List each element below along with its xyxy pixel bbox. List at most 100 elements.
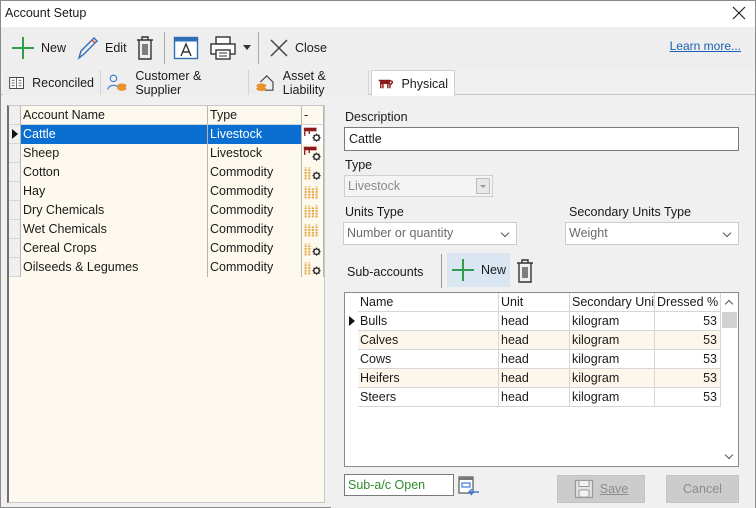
font-button[interactable] (173, 33, 199, 63)
account-icon-cell[interactable] (302, 163, 324, 182)
delete-button[interactable] (135, 33, 155, 63)
column-header-dressed-pct[interactable]: Dressed % (655, 293, 721, 312)
account-type-cell[interactable]: Commodity (208, 163, 302, 182)
description-input[interactable]: Cattle (344, 127, 739, 151)
account-row[interactable]: Cattle Livestock (9, 125, 325, 144)
account-row[interactable]: Cereal Crops Commodity (9, 239, 325, 258)
account-name-cell[interactable]: Hay (21, 182, 208, 201)
account-row[interactable]: Cotton Commodity (9, 163, 325, 182)
account-name-cell[interactable]: Sheep (21, 144, 208, 163)
sub-account-row[interactable]: Heifers head kilogram 53 (345, 369, 721, 388)
account-name-cell[interactable]: Dry Chemicals (21, 201, 208, 220)
sub-unit-cell[interactable]: head (499, 312, 570, 331)
learn-more-link[interactable]: Learn more... (670, 39, 741, 53)
sub-dressed-pct-cell[interactable]: 53 (655, 350, 721, 369)
sub-accounts-vertical-scrollbar[interactable] (721, 293, 738, 466)
sub-unit-cell[interactable]: head (499, 331, 570, 350)
row-header[interactable] (9, 182, 21, 201)
account-name-cell[interactable]: Cattle (21, 125, 208, 144)
row-header[interactable] (345, 350, 358, 369)
row-header[interactable] (345, 331, 358, 350)
row-header[interactable] (9, 258, 21, 277)
sub-dressed-pct-cell[interactable]: 53 (655, 331, 721, 350)
account-icon-cell[interactable] (302, 182, 324, 201)
import-sub-accounts-button[interactable] (457, 474, 481, 501)
account-type-cell[interactable]: Commodity (208, 201, 302, 220)
account-type-cell[interactable]: Commodity (208, 182, 302, 201)
sub-secondary-unit-cell[interactable]: kilogram (570, 369, 655, 388)
type-dropdown-button[interactable] (476, 178, 490, 194)
cancel-button[interactable]: Cancel (666, 475, 739, 503)
sub-account-row[interactable]: Bulls head kilogram 53 (345, 312, 721, 331)
sub-unit-cell[interactable]: head (499, 388, 570, 407)
sub-dressed-pct-cell[interactable]: 53 (655, 388, 721, 407)
scroll-up-icon[interactable] (724, 299, 734, 309)
sub-account-row[interactable]: Calves head kilogram 53 (345, 331, 721, 350)
sub-name-cell[interactable]: Steers (358, 388, 499, 407)
row-header[interactable] (345, 369, 358, 388)
account-icon-cell[interactable] (302, 125, 324, 144)
row-header[interactable] (9, 144, 21, 163)
row-header[interactable] (9, 125, 21, 144)
account-icon-cell[interactable] (302, 201, 324, 220)
scroll-down-icon[interactable] (724, 450, 734, 460)
account-row[interactable]: Oilseeds & Legumes Commodity (9, 258, 325, 277)
sub-name-cell[interactable]: Calves (358, 331, 499, 350)
account-type-cell[interactable]: Livestock (208, 125, 302, 144)
sub-dressed-pct-cell[interactable]: 53 (655, 312, 721, 331)
column-header-account-name[interactable]: Account Name (21, 106, 208, 125)
sub-account-delete-button[interactable] (515, 258, 535, 287)
tab-customer-supplier[interactable]: Customer & Supplier (101, 69, 249, 97)
sub-secondary-unit-cell[interactable]: kilogram (570, 312, 655, 331)
account-type-cell[interactable]: Commodity (208, 258, 302, 277)
print-dropdown-icon[interactable] (243, 45, 251, 51)
sub-dressed-pct-cell[interactable]: 53 (655, 369, 721, 388)
account-name-cell[interactable]: Cereal Crops (21, 239, 208, 258)
sub-account-new-button[interactable]: New (447, 253, 510, 287)
type-select[interactable]: Livestock (344, 175, 493, 197)
sub-secondary-unit-cell[interactable]: kilogram (570, 388, 655, 407)
account-icon-cell[interactable] (302, 220, 324, 239)
window-close-icon[interactable] (731, 5, 747, 21)
column-header-icon[interactable]: - (302, 106, 324, 125)
row-header[interactable] (9, 163, 21, 182)
new-button[interactable]: New (11, 33, 66, 63)
tab-reconciled[interactable]: Reconciled (3, 70, 101, 95)
account-icon-cell[interactable] (302, 239, 324, 258)
sub-name-cell[interactable]: Heifers (358, 369, 499, 388)
account-name-cell[interactable]: Wet Chemicals (21, 220, 208, 239)
column-header-secondary-unit[interactable]: Secondary Unit (570, 293, 655, 312)
account-name-cell[interactable]: Oilseeds & Legumes (21, 258, 208, 277)
save-button[interactable]: Save (557, 475, 645, 503)
column-header-type[interactable]: Type (208, 106, 302, 125)
account-type-cell[interactable]: Commodity (208, 239, 302, 258)
sub-name-cell[interactable]: Bulls (358, 312, 499, 331)
account-row[interactable]: Sheep Livestock (9, 144, 325, 163)
account-name-cell[interactable]: Cotton (21, 163, 208, 182)
tab-physical[interactable]: Physical (371, 70, 455, 96)
account-row[interactable]: Wet Chemicals Commodity (9, 220, 325, 239)
column-header-name[interactable]: Name (358, 293, 499, 312)
scroll-thumb[interactable] (722, 312, 737, 328)
sub-secondary-unit-cell[interactable]: kilogram (570, 331, 655, 350)
print-button[interactable] (209, 33, 251, 63)
account-icon-cell[interactable] (302, 258, 324, 277)
sub-unit-cell[interactable]: head (499, 350, 570, 369)
account-row[interactable]: Dry Chemicals Commodity (9, 201, 325, 220)
sub-account-row[interactable]: Cows head kilogram 53 (345, 350, 721, 369)
sub-unit-cell[interactable]: head (499, 369, 570, 388)
account-row[interactable]: Hay Commodity (9, 182, 325, 201)
row-header[interactable] (345, 312, 358, 331)
row-header[interactable] (9, 239, 21, 258)
units-type-select[interactable]: Number or quantity (343, 222, 517, 245)
sub-secondary-unit-cell[interactable]: kilogram (570, 350, 655, 369)
sub-account-row[interactable]: Steers head kilogram 53 (345, 388, 721, 407)
close-button[interactable]: Close (269, 33, 327, 63)
column-header-unit[interactable]: Unit (499, 293, 570, 312)
account-type-cell[interactable]: Commodity (208, 220, 302, 239)
row-header[interactable] (345, 388, 358, 407)
row-header[interactable] (9, 201, 21, 220)
tab-asset-liability[interactable]: Asset & Liability (249, 69, 369, 97)
account-icon-cell[interactable] (302, 144, 324, 163)
account-type-cell[interactable]: Livestock (208, 144, 302, 163)
